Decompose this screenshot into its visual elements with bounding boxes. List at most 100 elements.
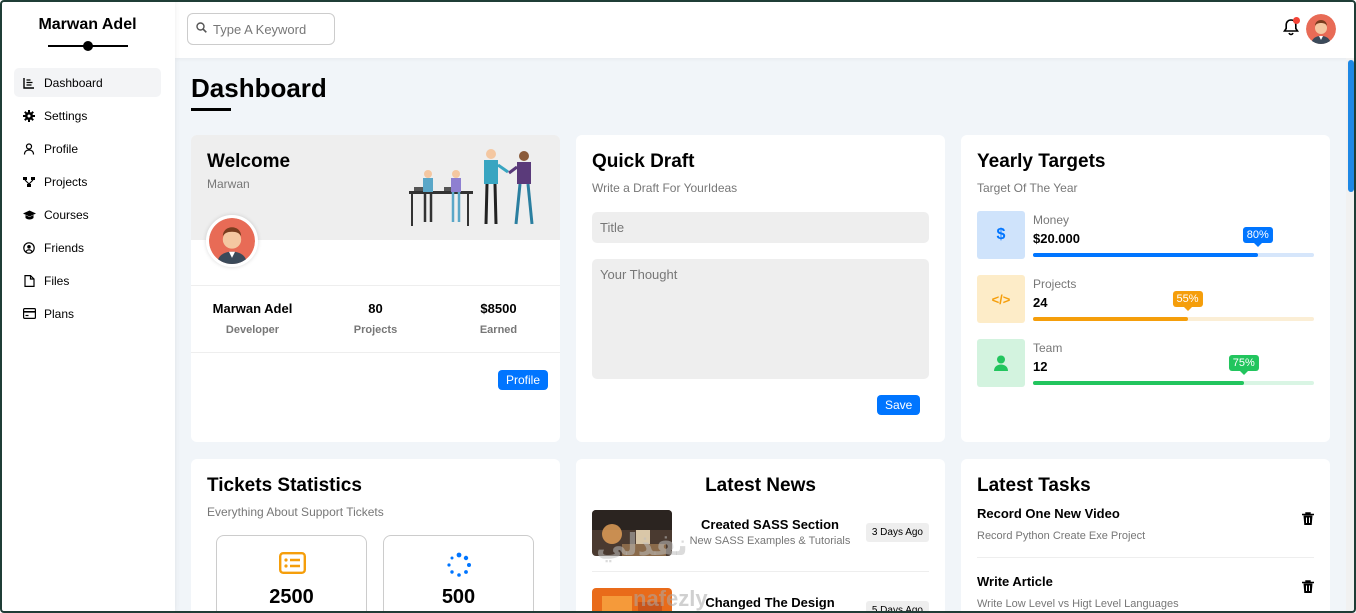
sidebar-item-settings[interactable]: Settings — [14, 101, 161, 130]
ticket-stat-pending: 500 — [383, 535, 534, 613]
target-value: $20.000 — [1033, 231, 1080, 246]
ticket-count: 500 — [441, 586, 476, 608]
trash-icon[interactable] — [1302, 512, 1314, 531]
target-label: Money — [1033, 213, 1070, 227]
ticket-count: 2500 — [269, 586, 314, 608]
search-box[interactable] — [187, 13, 335, 45]
dollar-icon: $ — [977, 211, 1025, 259]
quick-draft-card: Quick Draft Write a Draft For YourIdeas … — [576, 135, 945, 442]
tickets-subtitle: Everything About Support Tickets — [207, 505, 384, 519]
search-icon — [196, 20, 207, 38]
page-title-underline — [191, 108, 231, 111]
draft-title-input[interactable]: Title — [592, 212, 929, 243]
gear-icon — [22, 109, 36, 123]
sidebar-item-label: Settings — [44, 108, 88, 123]
target-label: Projects — [1033, 277, 1077, 291]
progress-badge: 80% — [1242, 227, 1273, 247]
brand-name: Marwan Adel — [38, 16, 137, 33]
avatar[interactable] — [1306, 14, 1336, 44]
profile-button[interactable]: Profile — [498, 370, 549, 390]
user-circle-icon — [22, 241, 36, 255]
team-illustration — [406, 147, 546, 232]
welcome-name: Marwan — [207, 177, 250, 191]
stat-label: Developer — [225, 324, 280, 336]
sidebar-item-label: Courses — [44, 207, 89, 222]
progress-track: 75% — [1033, 355, 1314, 385]
sidebar-item-plans[interactable]: Plans — [14, 299, 161, 328]
user-icon — [22, 142, 36, 156]
draft-body-textarea[interactable]: Your Thought — [592, 259, 929, 379]
draft-title: Quick Draft — [592, 151, 695, 172]
progress-track: 80% — [1033, 227, 1314, 257]
progress-fill — [1033, 381, 1244, 385]
sidebar-item-label: Profile — [44, 141, 79, 156]
stat-value: Marwan Adel — [212, 301, 293, 316]
sidebar-nav: Dashboard Settings Profile Projects Cour… — [0, 68, 175, 328]
save-button[interactable]: Save — [877, 395, 921, 415]
notification-dot — [1293, 17, 1300, 24]
target-item-money: $ Money $20.000 80% — [977, 211, 1314, 259]
news-title: Latest News — [705, 475, 816, 496]
news-item-title: Created SASS Section — [701, 517, 839, 532]
tickets-title: Tickets Statistics — [207, 475, 362, 496]
targets-subtitle: Target Of The Year — [977, 181, 1078, 195]
search-input[interactable] — [213, 21, 323, 37]
topbar — [175, 0, 1356, 58]
progress-fill — [1033, 317, 1188, 321]
scrollbar-thumb[interactable] — [1348, 60, 1354, 192]
sidebar: Marwan Adel Dashboard Settings Profile P… — [0, 0, 175, 613]
task-title: Write Article — [977, 574, 1053, 589]
sidebar-item-label: Dashboard — [44, 75, 103, 90]
file-icon — [22, 274, 36, 288]
tasks-title: Latest Tasks — [977, 475, 1091, 496]
sidebar-item-label: Files — [44, 273, 70, 288]
progress-badge: 75% — [1228, 355, 1259, 375]
target-item-team: Team 12 75% — [977, 339, 1314, 387]
brand-divider — [47, 40, 128, 52]
sidebar-item-dashboard[interactable]: Dashboard — [14, 68, 161, 97]
stat-item: $8500 Earned — [437, 286, 560, 352]
targets-title: Yearly Targets — [977, 151, 1106, 172]
draft-subtitle: Write a Draft For YourIdeas — [592, 181, 738, 195]
chart-line-icon — [22, 76, 36, 90]
credit-card-icon — [22, 307, 36, 321]
sidebar-item-files[interactable]: Files — [14, 266, 161, 295]
code-icon: </> — [977, 275, 1025, 323]
sidebar-item-friends[interactable]: Friends — [14, 233, 161, 262]
welcome-card: Welcome Marwan Marwan Adel Developer 80 … — [191, 135, 560, 442]
tickets-card: Tickets Statistics Everything About Supp… — [191, 459, 560, 613]
progress-track: 55% — [1033, 291, 1314, 321]
stat-value: 80 — [368, 301, 383, 316]
scrollbar[interactable] — [1346, 58, 1356, 613]
welcome-stats: Marwan Adel Developer 80 Projects $8500 … — [191, 285, 560, 353]
task-desc: Write Low Level vs Higt Level Languages — [977, 598, 1179, 610]
stat-label: Earned — [479, 324, 518, 336]
sidebar-item-label: Plans — [44, 306, 75, 321]
target-item-projects: </> Projects 24 55% — [977, 275, 1314, 323]
task-title: Record One New Video — [977, 506, 1120, 521]
sidebar-item-courses[interactable]: Courses — [14, 200, 161, 229]
ticket-stat-total: 2500 — [216, 535, 367, 613]
list-icon — [279, 552, 307, 579]
avatar — [206, 215, 258, 267]
watermark-arabic: نفذلي — [596, 528, 688, 563]
watermark-latin: nafezly — [633, 586, 708, 611]
target-value: 24 — [1033, 295, 1048, 310]
sidebar-item-profile[interactable]: Profile — [14, 134, 161, 163]
news-item-date: 3 Days Ago — [865, 523, 929, 542]
news-item-date: 5 Days Ago — [865, 601, 929, 613]
sidebar-item-label: Projects — [44, 174, 88, 189]
stat-item: Marwan Adel Developer — [191, 286, 314, 352]
progress-badge: 55% — [1172, 291, 1203, 311]
target-value: 12 — [1033, 359, 1048, 374]
spinner-icon — [446, 552, 472, 583]
news-item-desc: New SASS Examples & Tutorials — [689, 535, 851, 547]
user-icon — [977, 339, 1025, 387]
task-item: Write Article Write Low Level vs Higt Le… — [977, 574, 1314, 610]
sidebar-item-projects[interactable]: Projects — [14, 167, 161, 196]
progress-fill — [1033, 253, 1258, 257]
trash-icon[interactable] — [1302, 580, 1314, 599]
target-label: Team — [1033, 341, 1063, 355]
graduation-cap-icon — [22, 208, 36, 222]
diagram-icon — [22, 175, 36, 189]
